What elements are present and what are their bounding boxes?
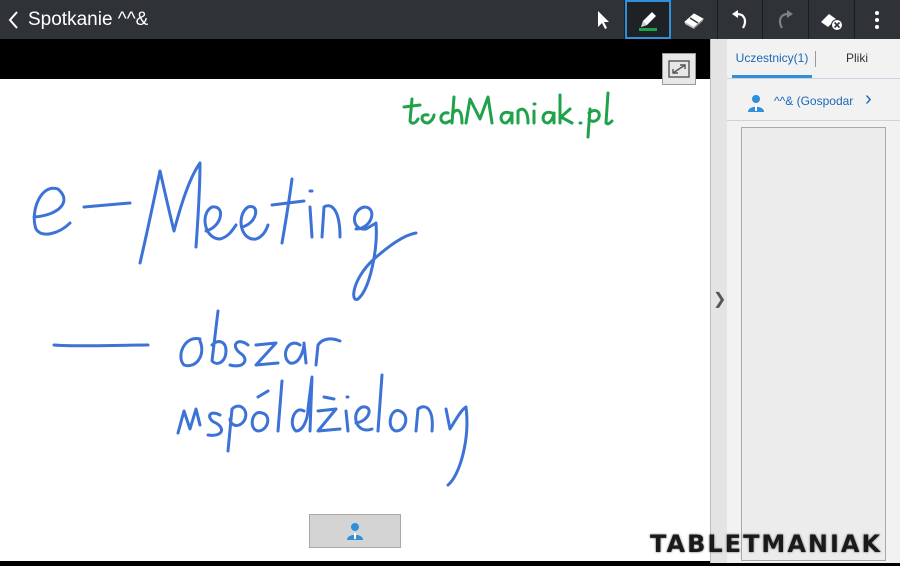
participant-name: ^^& (Gospodarz)	[774, 94, 854, 108]
expand-button[interactable]	[662, 53, 696, 85]
more-vertical-icon	[875, 10, 879, 29]
handwritten-techmaniak	[402, 91, 614, 139]
undo-icon	[732, 9, 747, 29]
tab-files[interactable]: Pliki	[817, 39, 897, 75]
action-bar: Spotkanie ^^&	[0, 0, 900, 39]
handwriting-layer	[32, 91, 614, 487]
eraser-icon	[684, 12, 704, 29]
expand-icon	[668, 60, 690, 78]
undo-button[interactable]	[717, 0, 763, 39]
clear-page-button[interactable]	[808, 0, 854, 39]
chevron-right-icon[interactable]: ›	[865, 88, 872, 111]
whiteboard-area	[0, 39, 710, 563]
tab-divider	[815, 51, 816, 67]
more-options-button[interactable]	[854, 0, 900, 39]
chevron-right-icon: ❯	[713, 291, 727, 308]
handwritten-wspoldzielony	[176, 373, 469, 487]
panel-toggle-handle[interactable]: ❯	[710, 39, 727, 563]
tab-participants[interactable]: Uczestnicy(1)	[732, 39, 812, 78]
person-icon	[347, 523, 363, 540]
whiteboard-canvas[interactable]	[0, 79, 710, 561]
person-icon	[747, 93, 765, 118]
watermark-text: TABLETMANIAK	[650, 530, 883, 558]
cursor-arrow-icon	[598, 10, 609, 29]
handwritten-obszar	[52, 309, 342, 368]
participant-view-tab[interactable]	[309, 514, 401, 548]
participant-list-box	[741, 127, 886, 561]
participant-row[interactable]: ^^& (Gospodarz) ›	[727, 85, 900, 119]
back-button[interactable]	[4, 7, 24, 33]
redo-button[interactable]	[762, 0, 808, 39]
participant-divider	[727, 120, 900, 121]
redo-icon	[778, 9, 793, 29]
select-tool-button[interactable]	[580, 0, 626, 39]
pen-tool-button[interactable]	[625, 0, 671, 39]
clear-page-icon	[821, 13, 843, 31]
handwritten-e-meeting	[32, 161, 418, 301]
panel-tabs: Uczestnicy(1) Pliki	[727, 39, 900, 78]
pen-color-indicator	[639, 28, 657, 31]
eraser-tool-button[interactable]	[671, 0, 717, 39]
tabs-underline	[727, 78, 900, 79]
side-panel: Uczestnicy(1) Pliki ^^& (Gospodarz) ›	[727, 39, 900, 563]
chevron-left-icon	[8, 11, 18, 29]
meeting-title: Spotkanie ^^&	[28, 9, 149, 30]
